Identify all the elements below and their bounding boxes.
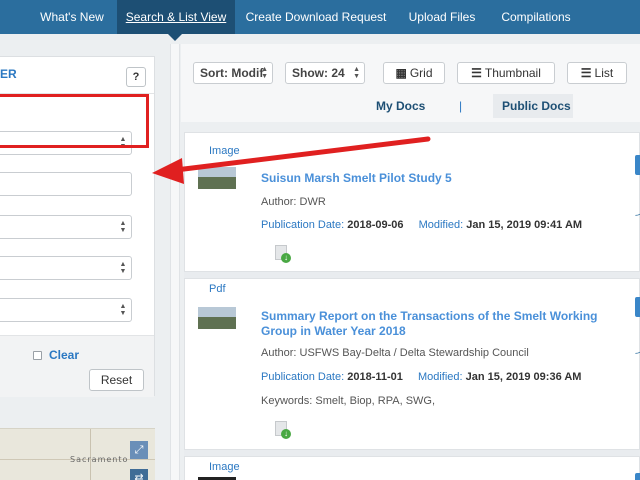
result-title-link[interactable]: Suisun Marsh Smelt Pilot Study 5 <box>261 171 621 186</box>
map-place-label: Sacramento <box>70 455 129 464</box>
clear-link[interactable]: Clear <box>49 348 79 362</box>
tab-separator: | <box>459 99 463 113</box>
expand-icon[interactable]: ⤢ <box>130 441 148 459</box>
download-icon[interactable]: ↓ <box>275 245 291 263</box>
download-icon[interactable]: ↓ <box>275 421 291 439</box>
filter-select-2[interactable]: ▲ ▼ <box>0 215 132 239</box>
author-value: DWR <box>299 196 326 208</box>
result-card: Image Suisun Marsh Smelt Pilot Study 5 A… <box>184 132 640 272</box>
help-button[interactable]: ? <box>126 67 146 87</box>
layers-icon[interactable]: ⇄ <box>130 469 148 480</box>
tab-my-docs[interactable]: My Docs <box>376 99 425 113</box>
download-arrow-icon: ↓ <box>281 429 291 439</box>
filter-footer: Clear Reset <box>0 335 154 397</box>
active-tab-caret <box>168 34 182 41</box>
modified-label: Modified: <box>417 371 463 383</box>
thumbnail-view-button[interactable]: ☰ Thumbnail <box>457 62 555 84</box>
highlight-box <box>0 94 149 148</box>
publication-date-value: 2018-11-01 <box>347 371 403 383</box>
select-arrows-icon: ▲ ▼ <box>353 66 360 80</box>
select-arrows-icon: ▲ ▼ <box>119 303 127 317</box>
publication-date-label: Publication Date: <box>261 371 345 383</box>
panel-divider <box>170 44 180 480</box>
list-icon: ☰ <box>580 66 592 80</box>
sort-select[interactable]: Sort: Modif ▲ ▼ <box>193 62 273 84</box>
result-card: Image <box>184 456 640 480</box>
thumbnail-water <box>198 177 236 189</box>
thumbnail-view-label: Thumbnail <box>484 66 541 80</box>
thumbnail-list-icon: ☰ <box>471 66 482 80</box>
results-list: Image Suisun Marsh Smelt Pilot Study 5 A… <box>184 132 640 480</box>
nav-compilations[interactable]: Compilations <box>492 0 580 34</box>
author-label: Author: <box>261 196 297 208</box>
result-dates: Publication Date: 2018-09-06 Modified: J… <box>261 219 582 231</box>
nav-whats-new[interactable]: What's New <box>28 0 116 34</box>
result-author: Author: DWR <box>261 196 326 208</box>
reset-button[interactable]: Reset <box>89 369 144 391</box>
grid-icon: ▦ <box>395 66 407 80</box>
grid-view-label: Grid <box>409 66 433 80</box>
select-arrows-icon: ▲ ▼ <box>261 66 268 80</box>
filter-select-3[interactable]: ▲ ▼ <box>0 256 132 280</box>
list-view-button[interactable]: ☰ List <box>567 62 627 84</box>
clear-checkbox[interactable] <box>33 351 42 360</box>
author-value: USFWS Bay-Delta / Delta Stewardship Coun… <box>299 347 529 359</box>
sort-select-label: Sort: Modif <box>200 66 264 80</box>
results-toolbar: Sort: Modif ▲ ▼ Show: 24 ▲ ▼ ▦ Grid ☰ Thumbn… <box>181 44 640 122</box>
result-type-label: Pdf <box>209 283 226 295</box>
side-action-tab[interactable] <box>635 473 640 480</box>
select-arrows-icon: ▲ ▼ <box>119 220 127 234</box>
pin-icon[interactable]: ⤴ <box>635 341 640 356</box>
top-nav: What's New Search & List View Create Dow… <box>0 0 640 41</box>
modified-value: Jan 15, 2019 09:36 AM <box>465 371 582 383</box>
result-type-label: Image <box>209 145 240 157</box>
side-action-tab[interactable] <box>635 297 640 317</box>
nav-upload-files[interactable]: Upload Files <box>400 0 484 34</box>
modified-label: Modified: <box>418 219 464 231</box>
result-author: Author: USFWS Bay-Delta / Delta Stewards… <box>261 347 529 359</box>
nav-search-list-view[interactable]: Search & List View <box>117 0 235 34</box>
select-arrows-icon: ▲ ▼ <box>119 261 127 275</box>
keywords-label: Keywords: <box>261 395 313 407</box>
thumbnail-water <box>198 317 236 329</box>
thumbnail-sky <box>198 307 236 317</box>
author-label: Author: <box>261 347 297 359</box>
thumbnail-sky <box>198 167 236 177</box>
filter-title: ER <box>0 67 17 81</box>
result-type-label: Image <box>209 461 240 473</box>
download-arrow-icon: ↓ <box>281 253 291 263</box>
result-title-link[interactable]: Summary Report on the Transactions of th… <box>261 309 621 339</box>
result-keywords: Keywords: Smelt, Biop, RPA, SWG, <box>261 395 435 407</box>
map[interactable]: Sacramento ⤢ ⇄ <box>0 428 155 480</box>
result-dates: Publication Date: 2018-11-01 Modified: J… <box>261 371 581 383</box>
list-view-label: List <box>594 66 614 80</box>
publication-date-label: Publication Date: <box>261 219 345 231</box>
grid-view-button[interactable]: ▦ Grid <box>383 62 445 84</box>
nav-create-download-request[interactable]: Create Download Request <box>240 0 392 34</box>
filter-text-input[interactable] <box>0 172 132 196</box>
show-select-label: Show: 24 <box>292 66 345 80</box>
modified-value: Jan 15, 2019 09:41 AM <box>466 219 583 231</box>
result-card: Pdf Summary Report on the Transactions o… <box>184 278 640 450</box>
keywords-value: Smelt, Biop, RPA, SWG, <box>315 395 436 407</box>
pin-icon[interactable]: ⤴ <box>635 203 640 218</box>
side-action-tab[interactable] <box>635 155 640 175</box>
publication-date-value: 2018-09-06 <box>347 219 404 231</box>
filter-select-4[interactable]: ▲ ▼ <box>0 298 132 322</box>
result-thumbnail[interactable] <box>198 167 236 189</box>
result-thumbnail[interactable] <box>198 307 236 329</box>
tab-public-docs[interactable]: Public Docs <box>502 99 571 113</box>
show-select[interactable]: Show: 24 ▲ ▼ <box>285 62 365 84</box>
